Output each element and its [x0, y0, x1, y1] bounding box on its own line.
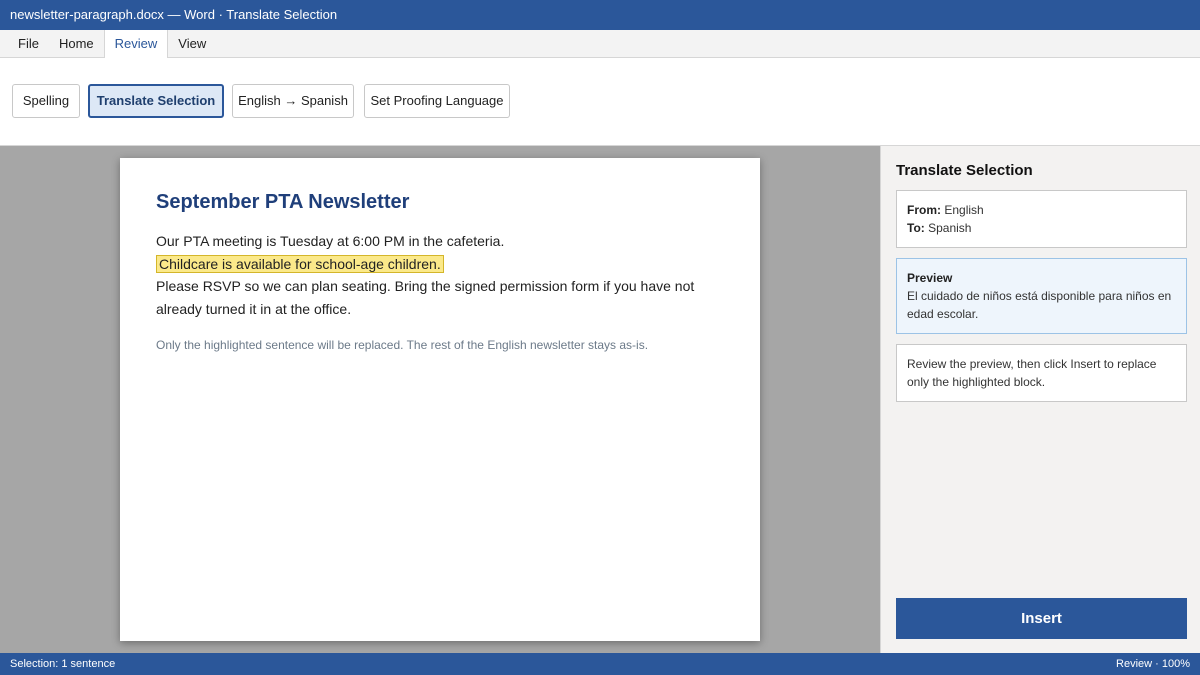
- preview-label: Preview: [907, 271, 953, 285]
- to-label: To:: [907, 221, 925, 235]
- highlighted-selection[interactable]: Childcare is available for school-age ch…: [156, 254, 444, 273]
- preview-text: El cuidado de niños está disponible para…: [907, 289, 1172, 321]
- tab-home[interactable]: Home: [49, 30, 104, 57]
- document-title: September PTA Newsletter: [156, 191, 410, 213]
- tab-view[interactable]: View: [168, 30, 216, 57]
- ribbon: Spelling Translate Selection English → S…: [0, 58, 1200, 146]
- language-card: From: English To: Spanish: [896, 190, 1187, 248]
- menu-bar: File Home Review View: [0, 30, 1200, 59]
- document-workspace: September PTA Newsletter Our PTA meeting…: [0, 146, 880, 653]
- insert-button[interactable]: Insert: [896, 598, 1187, 639]
- paragraph-line-meeting: Our PTA meeting is Tuesday at 6:00 PM in…: [156, 233, 505, 249]
- view-zoom-status[interactable]: Review · 100%: [1116, 653, 1190, 675]
- paragraph-line-rsvp: Please RSVP so we can plan seating. Brin…: [156, 278, 695, 317]
- to-language: Spanish: [928, 221, 972, 235]
- from-language: English: [944, 203, 984, 217]
- selection-status: Selection: 1 sentence: [10, 658, 116, 670]
- window-title: newsletter-paragraph.docx — Word · Trans…: [0, 0, 1200, 30]
- translate-panel: Translate Selection From: English To: Sp…: [880, 146, 1200, 653]
- tab-file[interactable]: File: [8, 30, 49, 57]
- instructions-card: Review the preview, then click Insert to…: [896, 344, 1187, 402]
- tab-review[interactable]: Review: [103, 30, 169, 59]
- panel-title: Translate Selection: [896, 162, 1033, 179]
- language-pair-button[interactable]: English → Spanish: [232, 84, 354, 118]
- translate-selection-button[interactable]: Translate Selection: [88, 84, 224, 118]
- preview-card: Preview El cuidado de niños está disponi…: [896, 258, 1187, 334]
- document-page[interactable]: September PTA Newsletter Our PTA meeting…: [120, 158, 760, 641]
- document-body[interactable]: Our PTA meeting is Tuesday at 6:00 PM in…: [156, 230, 716, 320]
- from-label: From:: [907, 203, 941, 217]
- instructions-text: Review the preview, then click Insert to…: [907, 357, 1157, 389]
- set-proofing-language-button[interactable]: Set Proofing Language: [364, 84, 510, 118]
- spelling-button[interactable]: Spelling: [12, 84, 80, 118]
- replacement-note: Only the highlighted sentence will be re…: [156, 338, 649, 352]
- status-bar: Selection: 1 sentence Review · 100%: [0, 653, 1200, 675]
